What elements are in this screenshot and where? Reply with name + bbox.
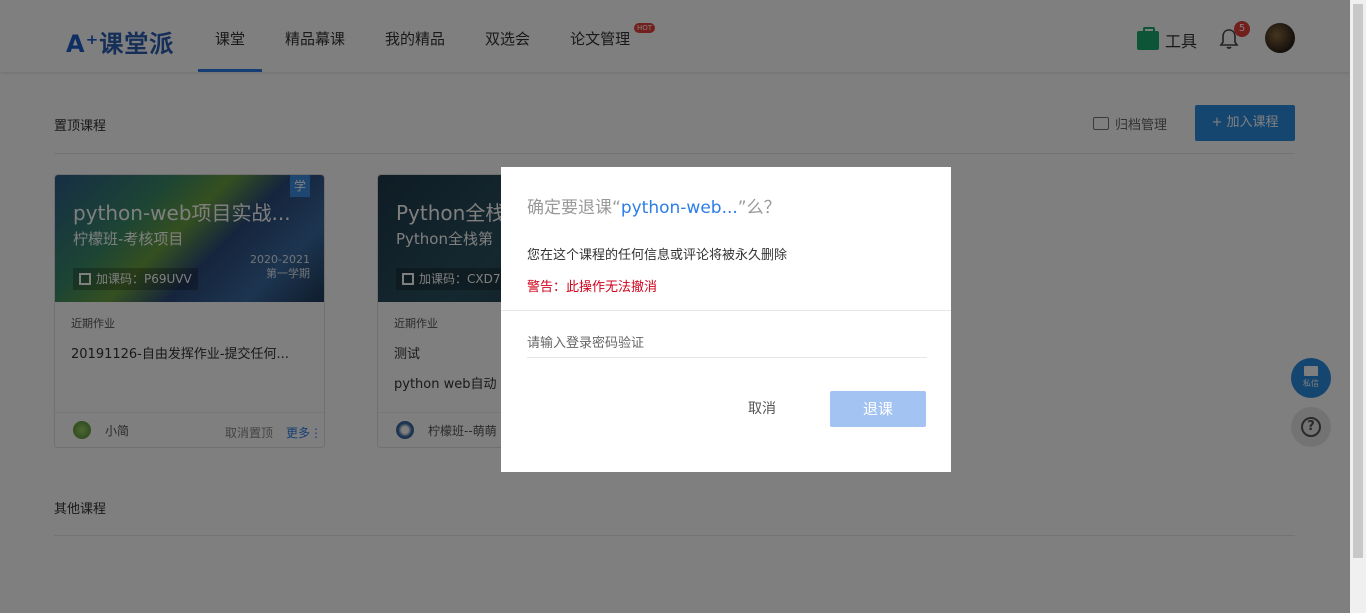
dialog-warning: 警告：此操作无法撤消 bbox=[527, 280, 658, 295]
scrollbar-thumb[interactable] bbox=[1353, 4, 1363, 558]
dialog-title: 确定要退课“python-web...”么？ bbox=[527, 193, 781, 218]
title-prefix: 确定要退课“ bbox=[527, 198, 621, 218]
title-suffix: ”么？ bbox=[737, 198, 781, 218]
dialog-description: 您在这个课程的任何信息或评论将被永久删除 bbox=[527, 248, 788, 263]
password-input[interactable] bbox=[527, 330, 927, 358]
cancel-button[interactable]: 取消 bbox=[727, 391, 797, 427]
course-name: python-web... bbox=[620, 198, 738, 218]
withdraw-course-dialog: 确定要退课“python-web...”么？ 您在这个课程的任何信息或评论将被永… bbox=[501, 167, 951, 472]
page-scrollbar[interactable] bbox=[1350, 0, 1366, 613]
withdraw-button[interactable]: 退课 bbox=[830, 391, 926, 427]
dialog-divider bbox=[501, 310, 951, 311]
